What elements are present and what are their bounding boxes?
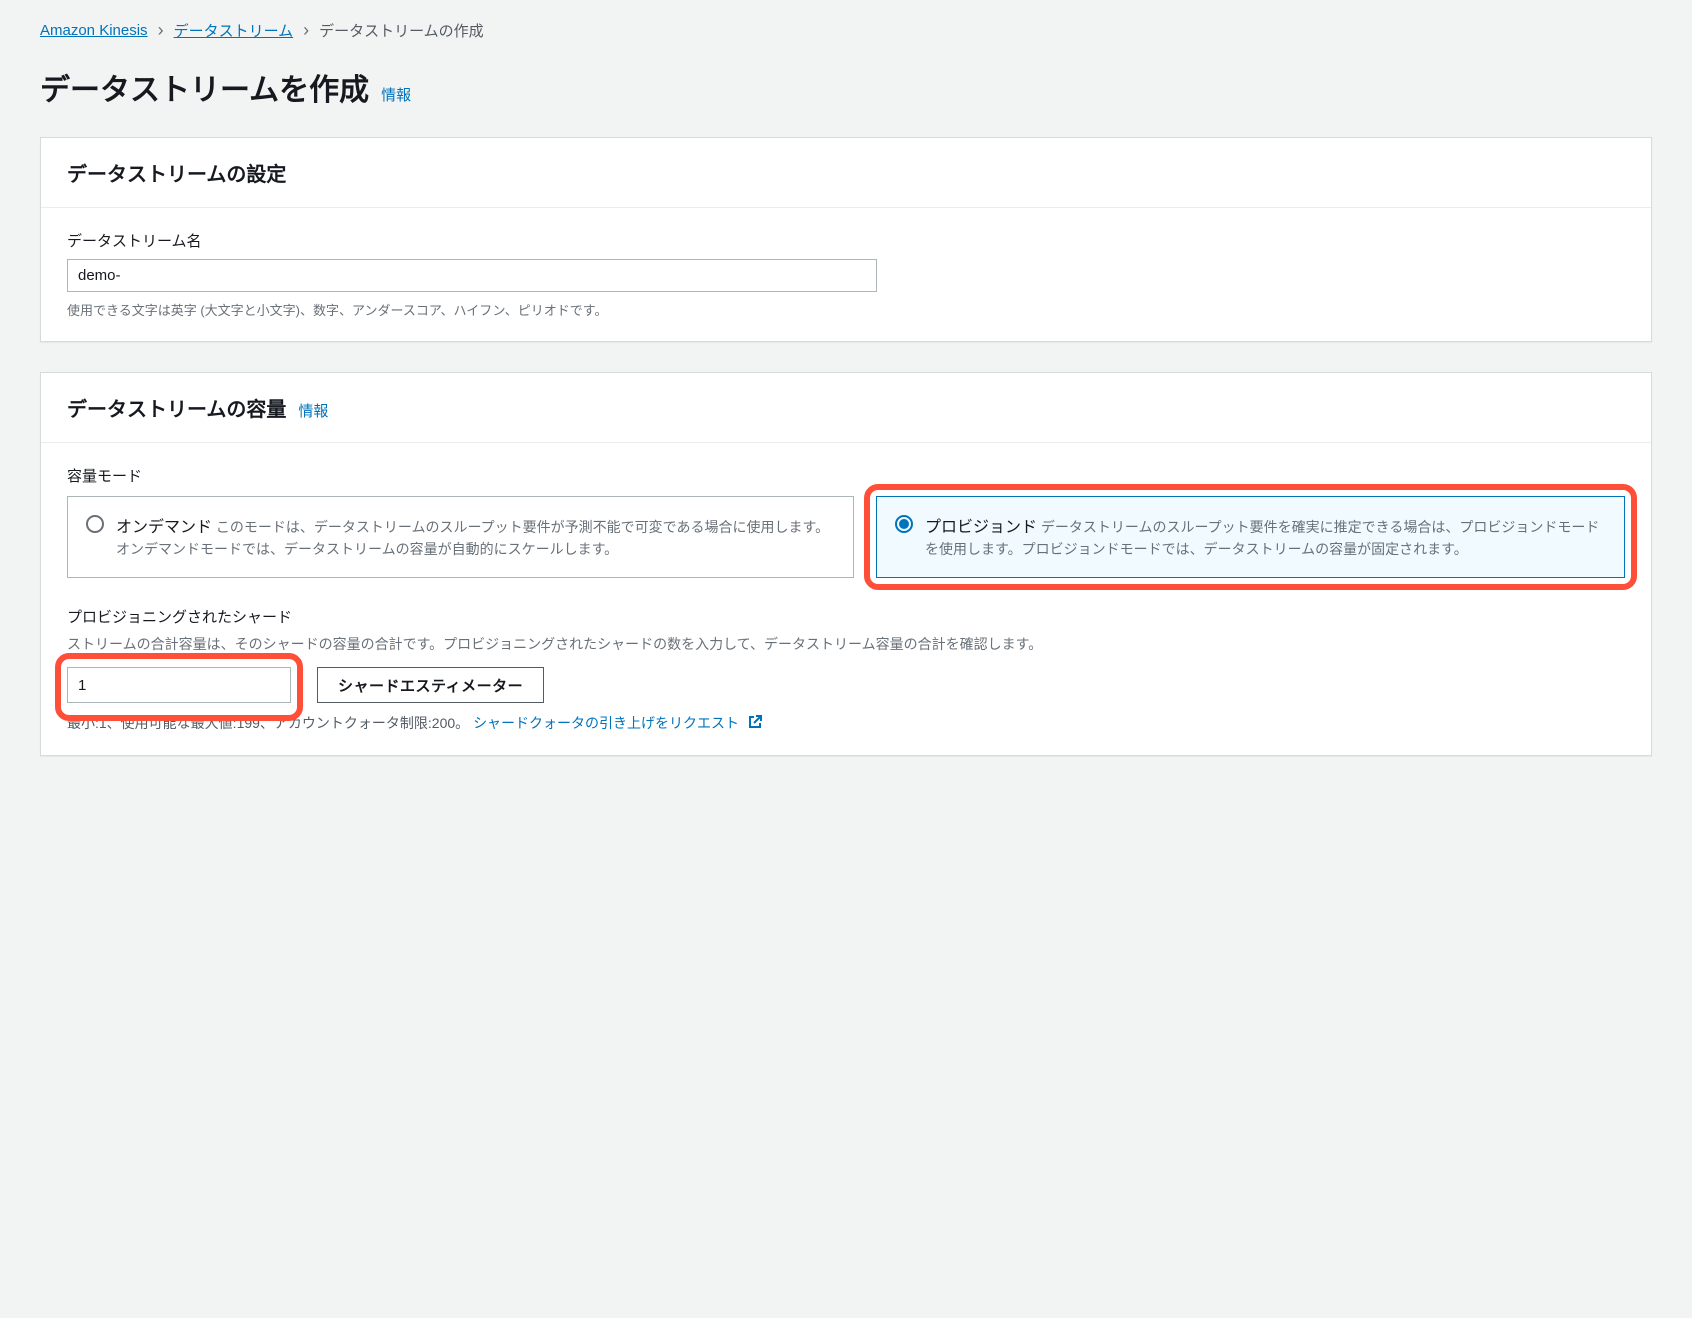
shards-count-input[interactable] <box>67 667 291 703</box>
breadcrumb-service-link[interactable]: Amazon Kinesis <box>40 22 148 39</box>
provisioned-shards-section: プロビジョニングされたシャード ストリームの合計容量は、そのシャードの容量の合計… <box>67 606 1625 733</box>
chevron-right-icon: › <box>303 20 309 41</box>
page-title: データストリームを作成 <box>40 65 369 109</box>
stream-name-input[interactable] <box>67 259 877 292</box>
page-container: Amazon Kinesis › データストリーム › データストリームの作成 … <box>0 0 1692 806</box>
stream-name-helper: 使用できる文字は英字 (大文字と小文字)、数字、アンダースコア、ハイフン、ピリオ… <box>67 300 1625 319</box>
breadcrumb-current: データストリームの作成 <box>319 20 484 41</box>
capacity-mode-options: オンデマンド このモードは、データストリームのスループット要件が予測不能で可変で… <box>67 496 1625 578</box>
breadcrumb: Amazon Kinesis › データストリーム › データストリームの作成 <box>40 20 1652 41</box>
panel-title: データストリームの容量 <box>67 393 286 422</box>
panel-body: データストリーム名 使用できる文字は英字 (大文字と小文字)、数字、アンダースコ… <box>41 208 1651 341</box>
constraint-prefix: 最小:1、使用可能な最大値:199、アカウントクォータ制限:200。 <box>67 715 469 731</box>
radio-icon <box>895 515 913 533</box>
shard-estimator-button[interactable]: シャードエスティメーター <box>317 667 544 703</box>
info-link[interactable]: 情報 <box>298 400 328 421</box>
breadcrumb-section-link[interactable]: データストリーム <box>174 20 294 41</box>
option-title: オンデマンド <box>116 519 212 536</box>
external-link-icon <box>747 714 763 733</box>
shards-label: プロビジョニングされたシャード <box>67 606 1625 627</box>
option-desc: このモードは、データストリームのスループット要件が予測不能で可変である場合に使用… <box>116 519 829 557</box>
option-title: プロビジョンド <box>925 519 1037 536</box>
info-link[interactable]: 情報 <box>381 84 411 105</box>
capacity-mode-label: 容量モード <box>67 465 1625 486</box>
shards-constraint-text: 最小:1、使用可能な最大値:199、アカウントクォータ制限:200。 シャードク… <box>67 713 1625 733</box>
panel-body: 容量モード オンデマンド このモードは、データストリームのスループット要件が予測… <box>41 443 1651 755</box>
stream-capacity-panel: データストリームの容量 情報 容量モード オンデマンド このモードは、データスト… <box>40 372 1652 756</box>
stream-settings-panel: データストリームの設定 データストリーム名 使用できる文字は英字 (大文字と小文… <box>40 137 1652 342</box>
panel-header: データストリームの容量 情報 <box>41 373 1651 443</box>
page-header: データストリームを作成 情報 <box>40 65 1652 109</box>
capacity-mode-on-demand[interactable]: オンデマンド このモードは、データストリームのスループット要件が予測不能で可変で… <box>67 496 854 578</box>
stream-name-label: データストリーム名 <box>67 230 1625 251</box>
chevron-right-icon: › <box>158 20 164 41</box>
shards-input-row: シャードエスティメーター <box>67 667 1625 703</box>
quota-increase-link[interactable]: シャードクォータの引き上げをリクエスト <box>473 715 763 731</box>
panel-title: データストリームの設定 <box>67 158 286 187</box>
capacity-mode-provisioned[interactable]: プロビジョンド データストリームのスループット要件を確実に推定できる場合は、プロ… <box>876 496 1625 578</box>
panel-header: データストリームの設定 <box>41 138 1651 208</box>
radio-icon <box>86 515 104 533</box>
shards-desc: ストリームの合計容量は、そのシャードの容量の合計です。プロビジョニングされたシャ… <box>67 633 1625 655</box>
